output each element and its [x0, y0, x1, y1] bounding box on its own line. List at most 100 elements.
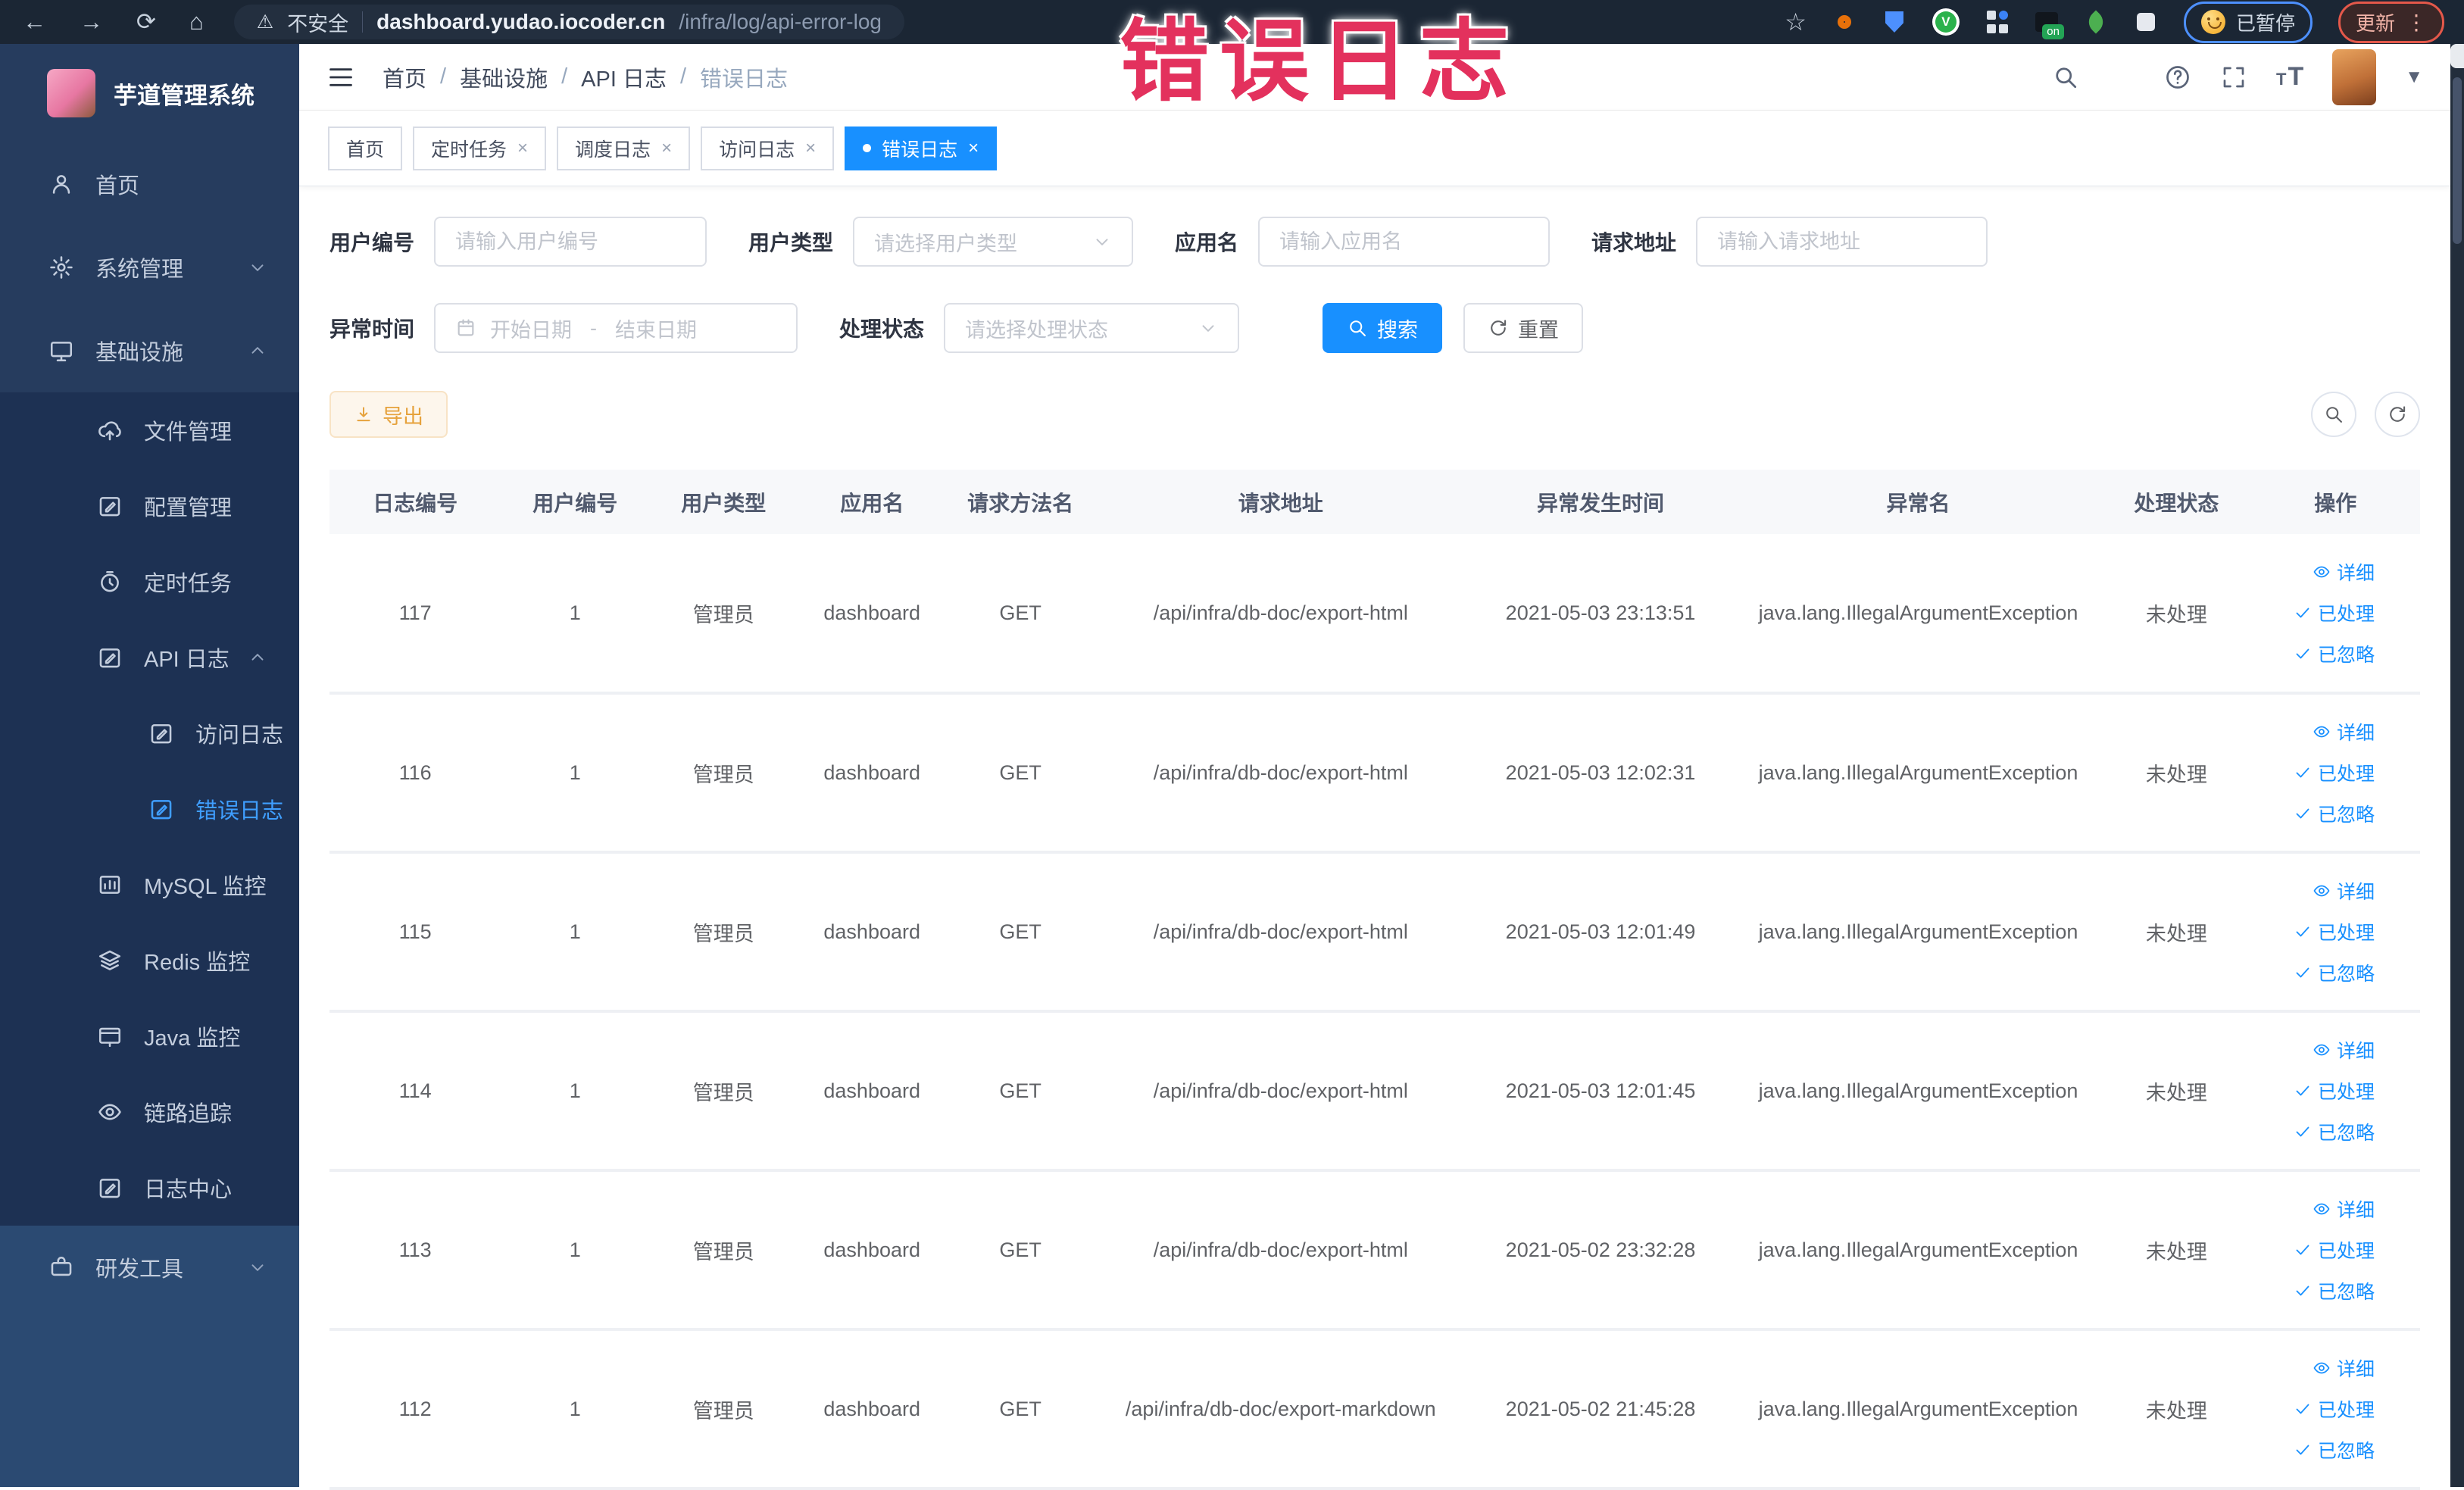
用户编号-input[interactable]	[434, 217, 707, 267]
search-toggle-button[interactable]	[2311, 392, 2356, 437]
paused-badge[interactable]: 已暂停	[2184, 2, 2313, 43]
action-已处理[interactable]: 已处理	[2294, 599, 2375, 626]
sidebar-item-label: API 日志	[144, 642, 230, 673]
close-icon[interactable]: ×	[661, 138, 672, 159]
action-label: 已处理	[2318, 1395, 2375, 1423]
extension-switch-icon[interactable]: on	[2035, 12, 2058, 32]
应用名-text-input[interactable]	[1279, 230, 1529, 254]
forward-icon[interactable]: →	[80, 8, 103, 36]
用户编号-text-input[interactable]	[455, 230, 685, 254]
action-详细[interactable]: 详细	[2313, 558, 2375, 586]
range-separator: -	[590, 317, 597, 340]
sidebar-item-Redis 监控[interactable]: Redis 监控	[0, 923, 299, 998]
table-row: 1131管理员dashboardGET/api/infra/db-doc/exp…	[329, 1170, 2420, 1329]
github-icon[interactable]	[2108, 64, 2135, 91]
address-bar[interactable]: ⚠ 不安全 dashboard.yudao.iocoder.cn/infra/l…	[234, 5, 904, 39]
action-已忽略[interactable]: 已忽略	[2294, 959, 2375, 986]
请求地址-input[interactable]	[1696, 217, 1988, 267]
action-stack: 详细已处理已忽略	[2250, 551, 2375, 674]
sidebar-item-定时任务[interactable]: 定时任务	[0, 544, 299, 620]
sidebar-item-研发工具[interactable]: 研发工具	[0, 1226, 299, 1309]
action-详细[interactable]: 详细	[2313, 718, 2375, 745]
action-已处理[interactable]: 已处理	[2294, 1395, 2375, 1423]
eye-icon	[2313, 882, 2331, 900]
cell-user_id: 1	[501, 1170, 649, 1329]
breadcrumb-item[interactable]: 错误日志	[700, 61, 788, 93]
home-icon[interactable]: ⌂	[189, 8, 204, 36]
extension-leaf-icon[interactable]	[2084, 10, 2108, 34]
action-详细[interactable]: 详细	[2313, 877, 2375, 904]
fullscreen-icon[interactable]	[2220, 64, 2247, 91]
请求地址-text-input[interactable]	[1717, 230, 1966, 254]
sidebar-item-文件管理[interactable]: 文件管理	[0, 392, 299, 468]
sidebar-item-Java 监控[interactable]: Java 监控	[0, 998, 299, 1074]
sidebar-item-日志中心[interactable]: 日志中心	[0, 1150, 299, 1226]
scrollbar-thumb[interactable]	[2453, 77, 2462, 244]
action-已处理[interactable]: 已处理	[2294, 918, 2375, 945]
action-已忽略[interactable]: 已忽略	[2294, 1277, 2375, 1304]
back-icon[interactable]: ←	[23, 8, 46, 36]
breadcrumb-item[interactable]: 首页	[383, 61, 426, 93]
cell-time: 2021-05-03 12:01:45	[1466, 1011, 1734, 1170]
chevron-down-icon[interactable]: ▼	[2405, 67, 2423, 88]
action-已忽略[interactable]: 已忽略	[2294, 1118, 2375, 1145]
close-icon[interactable]: ×	[517, 138, 528, 159]
sidebar-item-首页[interactable]: 首页	[0, 142, 299, 226]
log-icon	[148, 796, 174, 822]
extension-shield-icon[interactable]	[1882, 10, 1907, 34]
extension-green-icon[interactable]: V	[1932, 8, 1960, 36]
tab-访问日志[interactable]: 访问日志×	[701, 127, 834, 170]
tab-调度日志[interactable]: 调度日志×	[557, 127, 690, 170]
sidebar-item-配置管理[interactable]: 配置管理	[0, 468, 299, 544]
tab-首页[interactable]: 首页	[328, 127, 402, 170]
sidebar-item-错误日志[interactable]: 错误日志	[0, 771, 299, 847]
app-logo-row[interactable]: 芋道管理系统	[0, 44, 299, 142]
异常时间-input[interactable]: 开始日期-结束日期	[434, 303, 798, 353]
bookmark-star-icon[interactable]: ☆	[1785, 8, 1807, 36]
page-scrollbar[interactable]	[2450, 44, 2464, 1487]
reload-icon[interactable]: ⟳	[136, 8, 156, 36]
export-button[interactable]: 导出	[329, 391, 448, 438]
action-已忽略[interactable]: 已忽略	[2294, 1436, 2375, 1463]
sidebar-item-系统管理[interactable]: 系统管理	[0, 226, 299, 309]
action-详细[interactable]: 详细	[2313, 1354, 2375, 1382]
search-icon[interactable]	[2052, 64, 2079, 91]
reset-button[interactable]: 重置	[1463, 303, 1583, 353]
action-label: 已处理	[2318, 759, 2375, 786]
sidebar-item-MySQL 监控[interactable]: MySQL 监控	[0, 847, 299, 923]
extensions-grid-icon[interactable]	[1985, 10, 2010, 34]
breadcrumb-item[interactable]: 基础设施	[460, 61, 548, 93]
kebab-menu-icon[interactable]: ⋮	[2406, 10, 2427, 35]
close-icon[interactable]: ×	[805, 138, 816, 159]
action-已处理[interactable]: 已处理	[2294, 1236, 2375, 1264]
action-已处理[interactable]: 已处理	[2294, 759, 2375, 786]
action-已忽略[interactable]: 已忽略	[2294, 640, 2375, 667]
action-详细[interactable]: 详细	[2313, 1036, 2375, 1064]
scrollbar-top-button[interactable]	[2450, 44, 2464, 68]
action-已忽略[interactable]: 已忽略	[2294, 800, 2375, 827]
sidebar-item-访问日志[interactable]: 访问日志	[0, 695, 299, 771]
sidebar-item-API 日志[interactable]: API 日志	[0, 620, 299, 695]
action-详细[interactable]: 详细	[2313, 1195, 2375, 1223]
tab-定时任务[interactable]: 定时任务×	[413, 127, 546, 170]
用户类型-select[interactable]: 请选择用户类型	[853, 217, 1133, 267]
close-icon[interactable]: ×	[968, 138, 979, 159]
应用名-input[interactable]	[1258, 217, 1550, 267]
extension-orange-icon[interactable]	[1832, 10, 1857, 34]
处理状态-select[interactable]: 请选择处理状态	[944, 303, 1239, 353]
sidebar-toggle-icon[interactable]	[326, 63, 355, 92]
font-size-icon[interactable]: TT	[2276, 62, 2303, 92]
sidebar-item-基础设施[interactable]: 基础设施	[0, 309, 299, 392]
action-已处理[interactable]: 已处理	[2294, 1077, 2375, 1104]
update-button[interactable]: 更新 ⋮	[2338, 2, 2444, 43]
breadcrumb-item[interactable]: API 日志	[581, 61, 667, 93]
avatar[interactable]	[2332, 49, 2376, 105]
tab-错误日志[interactable]: 错误日志×	[845, 127, 997, 170]
filter-row: 用户编号用户类型请选择用户类型应用名请求地址	[329, 217, 2420, 267]
sidebar-item-链路追踪[interactable]: 链路追踪	[0, 1074, 299, 1150]
help-icon[interactable]	[2164, 64, 2191, 91]
filter-field-处理状态: 处理状态请选择处理状态	[839, 303, 1239, 353]
refresh-button[interactable]	[2375, 392, 2420, 437]
extension-puzzle-icon[interactable]	[2134, 10, 2158, 34]
search-button[interactable]: 搜索	[1323, 303, 1442, 353]
